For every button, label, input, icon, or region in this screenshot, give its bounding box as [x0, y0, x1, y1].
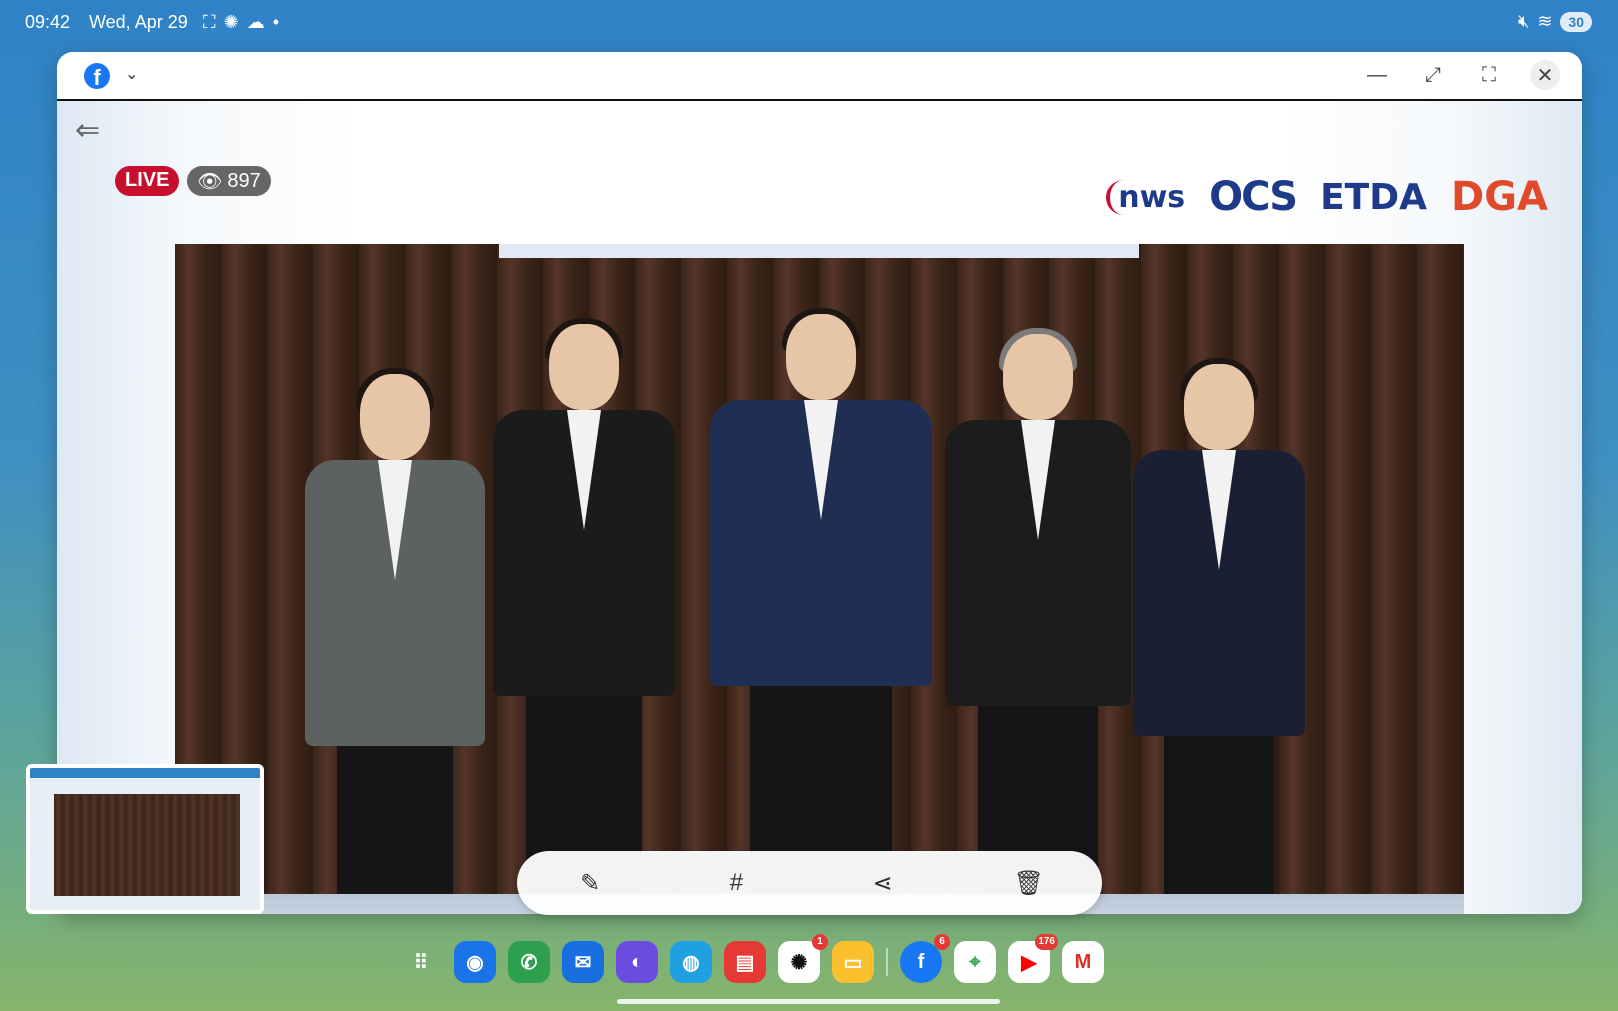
notification-badge: 1 — [812, 934, 828, 950]
ocs-logo: OCS — [1209, 174, 1298, 220]
stage-banner — [499, 244, 1139, 258]
person-2 — [493, 318, 675, 914]
status-bar: 09:42 Wed, Apr 29 ⛶ ✺ ☁ • 🔇︎ ≋ 30 — [0, 0, 1618, 46]
messages-app-icon[interactable]: ✉ — [562, 941, 604, 983]
bixby-app-icon[interactable]: ◍ — [670, 941, 712, 983]
battery-indicator: 30 — [1560, 11, 1592, 32]
live-video[interactable] — [175, 244, 1464, 914]
thumbnail-statusbar — [30, 768, 260, 778]
screenshot-thumbnail[interactable] — [26, 764, 264, 914]
eye-icon: 👁︎ — [197, 170, 223, 193]
notification-badge: 176 — [1035, 934, 1058, 950]
hashtag-button[interactable]: # — [716, 869, 756, 897]
notes-app-icon[interactable]: ▤ — [724, 941, 766, 983]
viewer-count-value: 897 — [227, 169, 261, 192]
youtube-app-icon[interactable]: ▶ 176 — [1008, 934, 1058, 983]
edit-icon: ✎ — [580, 869, 601, 897]
app-dock: ⠿ ◉ ✆ ✉ ◐ ◍ ▤ ✺ 1 ▭ f6 ⌖ ▶ 176 M — [400, 934, 1104, 988]
window-titlebar: f ⌄ — ⤢ ⛶ ✕ — [57, 52, 1582, 101]
screenshot-toolbar: ✎ # ⋖ 🗑︎ — [517, 851, 1102, 915]
edit-button[interactable]: ✎ — [570, 869, 610, 898]
person-3 — [710, 308, 932, 914]
minimize-button[interactable]: — — [1362, 60, 1392, 90]
hashtag-icon: # — [729, 869, 744, 896]
live-badge: LIVE — [115, 166, 180, 196]
back-arrow-icon[interactable]: ⇐ — [75, 113, 100, 148]
phone-app-icon[interactable]: ✆ — [508, 941, 550, 983]
viewer-count: 👁︎ 897 — [187, 166, 271, 196]
clock: 09:42 — [25, 12, 71, 32]
home-indicator[interactable] — [617, 999, 1000, 1004]
resize-button[interactable]: ⤢ — [1418, 60, 1448, 90]
sponsor-logos: nws OCS ETDA DGA — [1106, 174, 1548, 220]
live-stream-view: ⇐ LIVE 👁︎ 897 nws OCS ETDA DGA — [57, 101, 1582, 914]
screenshot-icon: ⛶ — [203, 12, 216, 32]
person-1 — [305, 368, 485, 914]
wifi-icon: ≋ — [1537, 11, 1553, 31]
files-app-icon[interactable]: ▭ — [832, 941, 874, 983]
gmail-app-icon[interactable]: M — [1062, 941, 1104, 983]
chatgpt-app-icon[interactable]: ✺ 1 — [778, 934, 828, 983]
delete-button[interactable]: 🗑︎ — [1009, 869, 1049, 898]
window-controls: — ⤢ ⛶ ✕ — [1362, 60, 1560, 90]
date: Wed, Apr 29 — [89, 12, 188, 32]
chatgpt-icon: ✺ — [223, 12, 239, 32]
browser-app-icon[interactable]: ◐ — [616, 941, 658, 983]
fullscreen-button[interactable]: ⛶ — [1474, 60, 1504, 90]
chevron-down-icon[interactable]: ⌄ — [125, 64, 138, 84]
app-drawer-icon[interactable]: ⠿ — [400, 941, 442, 983]
trash-icon: 🗑︎ — [1013, 869, 1045, 897]
thumbnail-video — [54, 794, 240, 896]
facebook-app-icon[interactable]: f6 — [900, 934, 950, 983]
mute-icon: 🔇︎ — [1517, 11, 1530, 31]
person-5 — [1133, 358, 1305, 914]
share-button[interactable]: ⋖ — [863, 869, 903, 898]
etda-logo: ETDA — [1320, 176, 1427, 218]
location-app-icon[interactable]: ◉ — [454, 941, 496, 983]
share-icon: ⋖ — [872, 869, 893, 897]
person-4 — [945, 328, 1131, 914]
close-button[interactable]: ✕ — [1530, 60, 1560, 90]
dot-icon: • — [272, 12, 280, 32]
cloud-icon: ☁ — [246, 12, 265, 32]
dga-logo: DGA — [1451, 174, 1548, 220]
facebook-logo-icon[interactable]: f — [84, 63, 110, 90]
notification-icons: ⛶ ✺ ☁ • — [203, 12, 279, 33]
notification-badge: 6 — [934, 934, 950, 950]
facebook-window: f ⌄ — ⤢ ⛶ ✕ ⇐ LIVE 👁︎ 897 nws OCS ETDA D… — [57, 52, 1582, 914]
maps-app-icon[interactable]: ⌖ — [954, 941, 996, 983]
dock-divider — [886, 948, 888, 976]
system-icons: 🔇︎ ≋ 30 — [1518, 11, 1592, 32]
nws-logo: nws — [1106, 179, 1185, 215]
